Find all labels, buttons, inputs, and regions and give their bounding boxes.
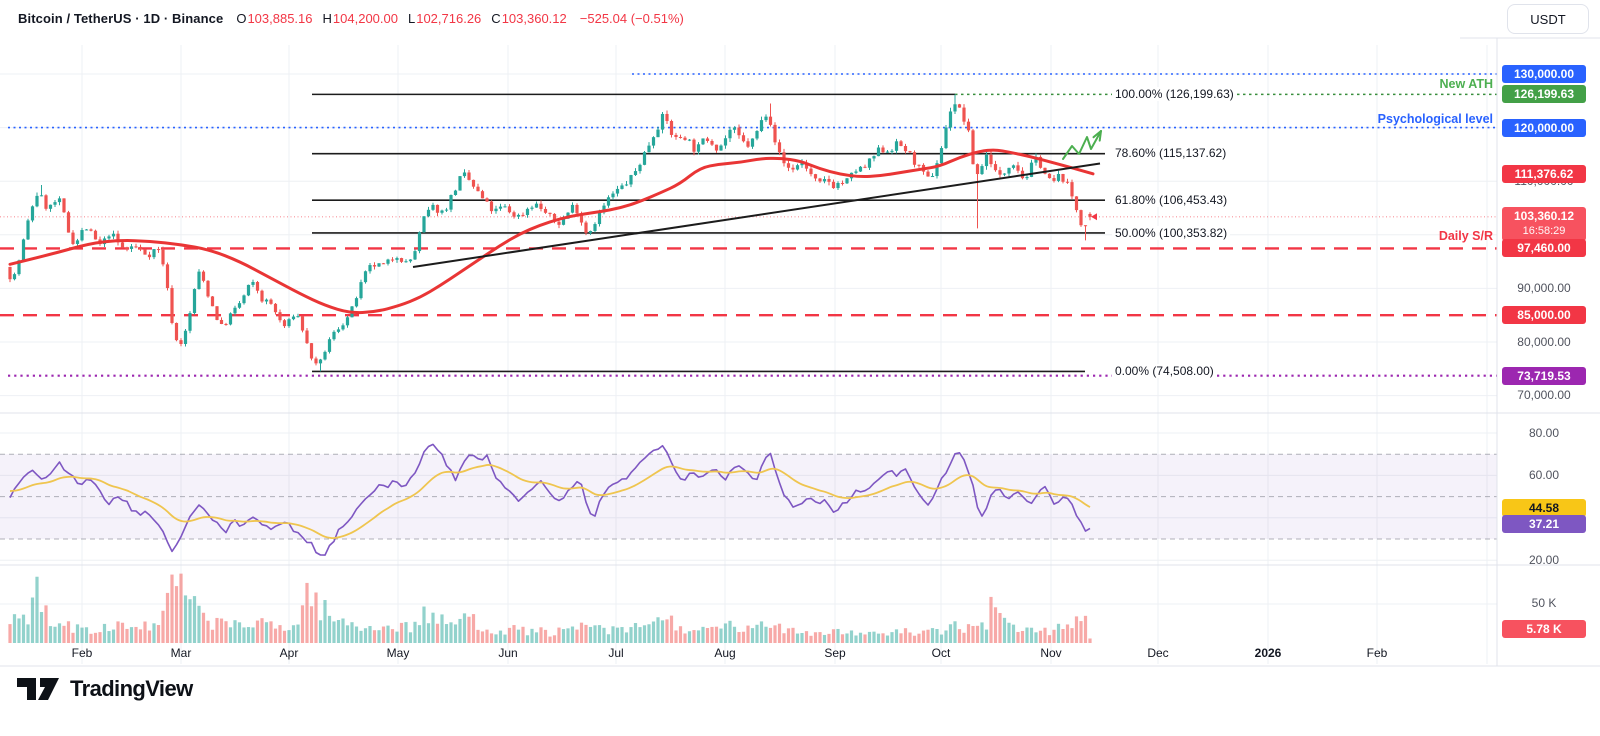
- month-label-aug: Aug: [714, 646, 735, 660]
- price-badge-ma: 111,376.62: [1502, 165, 1586, 183]
- month-label-may: May: [387, 646, 410, 660]
- month-label-mar: Mar: [171, 646, 192, 660]
- month-label-oct: Oct: [932, 646, 951, 660]
- change-readout: −525.04 (−0.51%): [580, 11, 684, 26]
- price-badge-fib-high: 126,199.63: [1502, 85, 1586, 103]
- tradingview-chart-window: Bitcoin / TetherUS · 1D · Binance O103,8…: [0, 0, 1600, 736]
- bar-countdown: 16:58:29: [1523, 224, 1566, 239]
- price-badge-sr-97k: 97,460.00: [1502, 239, 1586, 257]
- year-label-2026: 2026: [1255, 646, 1282, 660]
- fib-label-100[interactable]: 100.00% (126,199.63): [1112, 87, 1237, 101]
- high-value: 104,200.00: [333, 11, 398, 26]
- low-label: L: [408, 11, 415, 26]
- high-label: H: [323, 11, 332, 26]
- price-badge-purple: 73,719.53: [1502, 367, 1586, 385]
- axis-label-rsi-60: 60.00: [1502, 468, 1586, 482]
- fib-label-618[interactable]: 61.80% (106,453.43): [1112, 193, 1230, 207]
- month-label-feb: Feb: [72, 646, 93, 660]
- chart-canvas[interactable]: [0, 0, 1600, 736]
- price-badge-120k: 120,000.00: [1502, 119, 1586, 137]
- axis-label-rsi-20: 20.00: [1502, 553, 1586, 567]
- close-value: 103,360.12: [502, 11, 567, 26]
- close-label: C: [491, 11, 500, 26]
- low-value: 102,716.26: [416, 11, 481, 26]
- volume-value-badge: 5.78 K: [1502, 620, 1586, 638]
- month-label-jun: Jun: [498, 646, 517, 660]
- tradingview-logo-icon: [16, 674, 62, 704]
- fib-label-50[interactable]: 50.00% (100,353.82): [1112, 226, 1230, 240]
- axis-label-90k: 90,000.00: [1502, 281, 1586, 295]
- currency-toggle-button[interactable]: USDT: [1507, 4, 1589, 34]
- rsi-value-badge: 37.21: [1502, 515, 1586, 533]
- axis-label-rsi-80: 80.00: [1502, 426, 1586, 440]
- axis-label-70k: 70,000.00: [1502, 388, 1586, 402]
- month-label-sep: Sep: [824, 646, 845, 660]
- open-value: 103,885.16: [247, 11, 312, 26]
- price-badge-last: 103,360.12 16:58:29: [1502, 207, 1586, 241]
- month-label-jul: Jul: [608, 646, 623, 660]
- month-label-dec: Dec: [1147, 646, 1168, 660]
- last-price-value: 103,360.12: [1514, 209, 1574, 224]
- month-label-nov: Nov: [1040, 646, 1061, 660]
- price-badge-130k: 130,000.00: [1502, 65, 1586, 83]
- annotation-new-ath[interactable]: New ATH: [1440, 77, 1493, 91]
- annotation-daily-sr[interactable]: Daily S/R: [1439, 229, 1493, 243]
- fib-label-0[interactable]: 0.00% (74,508.00): [1112, 364, 1217, 378]
- month-label-apr: Apr: [280, 646, 299, 660]
- axis-label-vol-50k: 50 K: [1502, 596, 1586, 610]
- annotation-psychological-level[interactable]: Psychological level: [1378, 112, 1493, 126]
- ohlc-readout: O103,885.16 H104,200.00 L102,716.26 C103…: [236, 11, 566, 26]
- axis-label-80k: 80,000.00: [1502, 335, 1586, 349]
- open-label: O: [236, 11, 246, 26]
- chart-header: Bitcoin / TetherUS · 1D · Binance O103,8…: [18, 11, 684, 26]
- month-label-feb2: Feb: [1367, 646, 1388, 660]
- fib-label-786[interactable]: 78.60% (115,137.62): [1112, 146, 1229, 160]
- symbol-title[interactable]: Bitcoin / TetherUS · 1D · Binance: [18, 11, 223, 26]
- tradingview-logo[interactable]: TradingView: [16, 674, 193, 704]
- price-badge-sr-85k: 85,000.00: [1502, 306, 1586, 324]
- tradingview-logo-text: TradingView: [70, 676, 193, 702]
